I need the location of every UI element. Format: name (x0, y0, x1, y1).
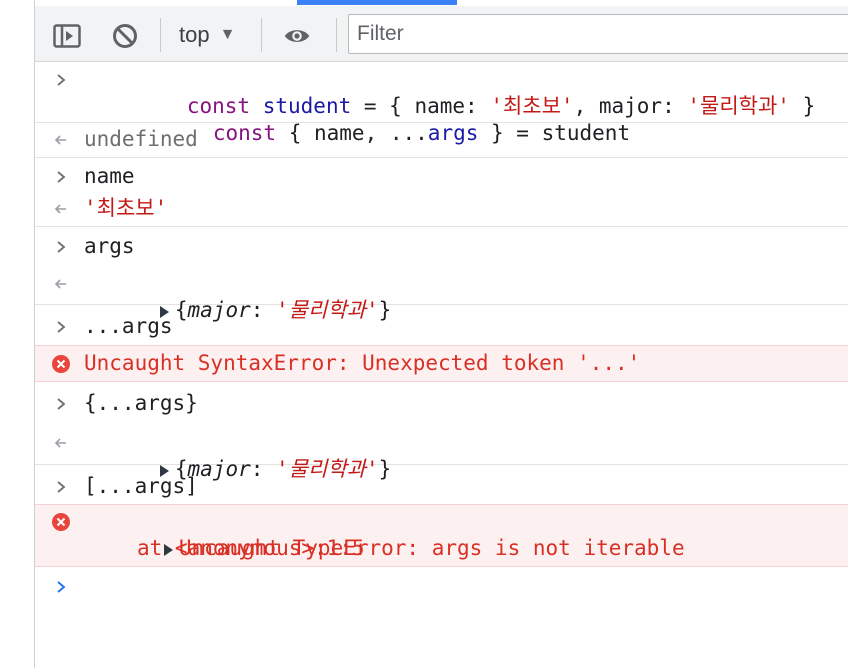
error-x-icon (49, 350, 73, 377)
chevron-right-icon (49, 390, 73, 417)
object-preview[interactable]: {major: '물리학과'} (84, 270, 842, 322)
toolbar-divider (160, 18, 161, 52)
prompt-input[interactable] (84, 573, 842, 600)
console-error-entry: Uncaught SyntaxError: Unexpected token '… (35, 345, 848, 382)
active-tab-indicator (297, 0, 457, 5)
console-result-entry: undefined (35, 123, 848, 158)
code-keyword: const (186, 94, 251, 118)
result-arrow-icon (49, 126, 73, 153)
input-code: {...args} (84, 391, 198, 415)
console-input-entry[interactable]: name (35, 158, 848, 190)
error-x-icon (49, 508, 73, 535)
chevron-right-icon (49, 233, 73, 260)
code-text: , major: (573, 94, 688, 118)
code-text: = { name: (351, 94, 491, 118)
chevron-right-icon (49, 163, 73, 190)
input-code: args (84, 234, 135, 258)
console-toolbar: top ▼ (35, 6, 848, 62)
console-result-entry[interactable]: {major: '물리학과'} (35, 417, 848, 481)
eye-icon[interactable] (283, 22, 311, 50)
chevron-down-icon: ▼ (219, 26, 236, 43)
console-input-entry[interactable]: const student = { name: '최초보', major: '물… (35, 63, 848, 145)
context-selector[interactable]: top ▼ (179, 18, 235, 52)
code-variable: student (262, 94, 352, 118)
context-label: top (179, 22, 210, 47)
object-preview[interactable]: {major: '물리학과'} (84, 429, 842, 481)
clear-console-icon[interactable] (111, 22, 139, 50)
code-string: '최초보' (490, 94, 574, 118)
code-string: '물리학과' (687, 94, 790, 118)
console-input-entry[interactable]: [...args] (35, 465, 848, 504)
code-text: } (789, 94, 816, 118)
console-error-entry[interactable]: Uncaught TypeError: args is not iterable… (35, 504, 848, 567)
console-result-entry[interactable]: {major: '물리학과'} (35, 260, 848, 322)
chevron-right-icon (49, 473, 73, 500)
result-value: undefined (84, 127, 198, 151)
result-arrow-icon (49, 270, 73, 297)
result-arrow-icon (49, 429, 73, 456)
error-message: Uncaught SyntaxError: Unexpected token '… (84, 351, 641, 375)
result-string: '최초보' (84, 196, 168, 220)
chevron-right-icon (49, 66, 73, 93)
console-input-entry[interactable]: ...args (35, 305, 848, 345)
console-input-entry[interactable]: {...args} (35, 382, 848, 417)
console-input-entry[interactable]: args (35, 227, 848, 260)
chevron-right-icon (49, 313, 73, 340)
console-messages: const student = { name: '최초보', major: '물… (35, 63, 848, 611)
input-code: name (84, 164, 135, 188)
input-code: [...args] (84, 474, 198, 498)
chevron-right-icon (49, 573, 73, 600)
console-prompt[interactable] (35, 567, 848, 611)
result-arrow-icon (49, 195, 73, 222)
toolbar-divider (261, 18, 262, 52)
console-result-entry: '최초보' (35, 190, 848, 227)
toolbar-divider (336, 18, 337, 52)
input-code: ...args (84, 314, 173, 338)
filter-input[interactable] (348, 14, 848, 54)
sidebar-toggle-icon[interactable] (53, 22, 81, 50)
